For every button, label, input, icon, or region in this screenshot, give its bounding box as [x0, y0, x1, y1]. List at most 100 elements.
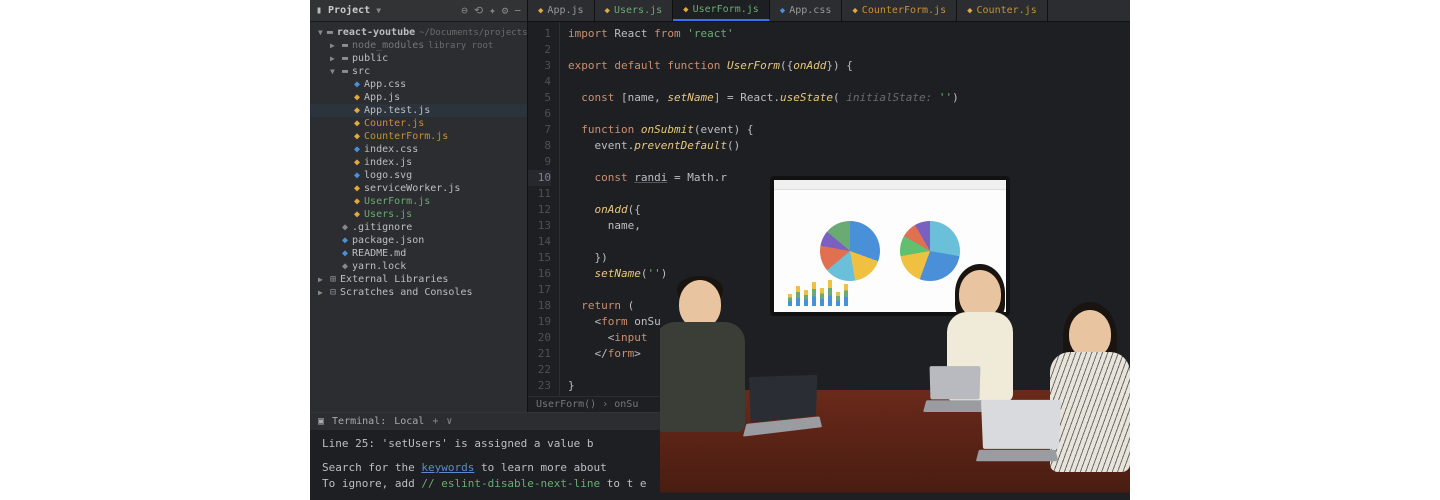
project-tool-header[interactable]: ▮ Project ▼ ⊖ ⟲ ✦ ⚙ −	[310, 0, 527, 22]
css-icon: ◆	[354, 79, 360, 90]
terminal-icon: ▣	[318, 416, 324, 427]
tab-counter-js[interactable]: ◆Counter.js	[957, 0, 1048, 21]
tab-app-js[interactable]: ◆App.js	[528, 0, 595, 21]
photo-overlay	[660, 170, 1130, 500]
terminal-tab[interactable]: Local	[394, 416, 424, 427]
file-label: src	[352, 66, 370, 77]
js-icon: ◆	[605, 6, 610, 16]
tree-item-scratches-and-consoles[interactable]: ▶ ⊟ Scratches and Consoles	[310, 286, 527, 299]
tree-item-userform-js[interactable]: ◆ UserForm.js	[310, 195, 527, 208]
tree-item-package-json[interactable]: ◆package.json	[310, 234, 527, 247]
file-label: Users.js	[364, 209, 412, 220]
file-label: package.json	[352, 235, 424, 246]
tree-item-index-js[interactable]: ◆index.js	[310, 156, 527, 169]
lib-icon: ⊞	[330, 274, 336, 285]
laptop-right	[981, 400, 1061, 449]
js-icon: ◆	[354, 183, 360, 194]
js-icon: ◆	[852, 6, 857, 16]
arrow-icon: ▶	[318, 288, 326, 297]
file-label: index.css	[364, 144, 418, 155]
file-label: Counter.js	[364, 118, 424, 129]
file-label: External Libraries	[340, 274, 448, 285]
chevron-down-icon: ▼	[318, 28, 323, 37]
gear-icon[interactable]: ⚙	[502, 4, 509, 17]
file-label: App.css	[364, 79, 406, 90]
js-icon: ◆	[354, 196, 360, 207]
tree-item-external-libraries[interactable]: ▶ ⊞ External Libraries	[310, 273, 527, 286]
scratch-icon: ⊟	[330, 287, 336, 298]
project-sidebar: ▮ Project ▼ ⊖ ⟲ ✦ ⚙ − ▼ ▬ react-youtube …	[310, 0, 528, 412]
js-icon: ◆	[354, 157, 360, 168]
js-icon: ◆	[354, 131, 360, 142]
folder-icon: ▬	[342, 40, 348, 51]
add-tab-icon[interactable]: +	[432, 416, 438, 427]
arrow-icon: ▶	[330, 54, 338, 63]
tree-item-serviceworker-js[interactable]: ◆ serviceWorker.js	[310, 182, 527, 195]
file-label: yarn.lock	[352, 261, 406, 272]
file-label: App.js	[364, 92, 400, 103]
file-label: .gitignore	[352, 222, 412, 233]
js-icon: ◆	[683, 5, 688, 15]
arrow-icon: ▶	[318, 275, 326, 284]
arrow-icon: ▼	[330, 67, 338, 76]
tree-item-counter-js[interactable]: ◆ Counter.js	[310, 117, 527, 130]
js-icon: ◆	[354, 92, 360, 103]
dropdown-icon[interactable]: ∨	[446, 416, 452, 427]
tree-item-index-css[interactable]: ◆ index.css	[310, 143, 527, 156]
sidebar-title: Project	[328, 5, 370, 16]
js-icon: ◆	[354, 118, 360, 129]
tab-userform-js[interactable]: ◆UserForm.js	[673, 0, 770, 21]
js-icon: ◆	[354, 105, 360, 116]
tree-item-app-js[interactable]: ◆ App.js	[310, 91, 527, 104]
js-icon: ◆	[354, 209, 360, 220]
file-label: README.md	[352, 248, 406, 259]
tree-item-yarn-lock[interactable]: ◆ yarn.lock	[310, 260, 527, 273]
terminal-title: Terminal:	[332, 416, 386, 427]
tree-item-app-css[interactable]: ◆ App.css	[310, 78, 527, 91]
tab-app-css[interactable]: ◆App.css	[770, 0, 843, 21]
tree-item-src[interactable]: ▼ ▬ src	[310, 65, 527, 78]
file-label: App.test.js	[364, 105, 430, 116]
js-icon: ◆	[967, 6, 972, 16]
arrow-icon: ▶	[330, 41, 338, 50]
folder-icon: ▮	[316, 5, 322, 16]
css-icon: ◆	[780, 6, 785, 16]
file-label: Scratches and Consoles	[340, 287, 472, 298]
tree-item-node-modules[interactable]: ▶▬node_modules library root	[310, 39, 527, 52]
tree-item-app-test-js[interactable]: ◆ App.test.js	[310, 104, 527, 117]
tree-item-logo-svg[interactable]: ◆ logo.svg	[310, 169, 527, 182]
file-label: UserForm.js	[364, 196, 430, 207]
file-icon: ◆	[342, 248, 348, 259]
tab-counterform-js[interactable]: ◆CounterForm.js	[842, 0, 957, 21]
file-label: public	[352, 53, 388, 64]
tree-item-readme-md[interactable]: ◆ README.md	[310, 247, 527, 260]
tree-root[interactable]: ▼ ▬ react-youtube ~/Documents/projects/r…	[310, 26, 527, 39]
chevron-down-icon[interactable]: ▼	[376, 6, 381, 15]
folder-icon: ▬	[342, 66, 348, 77]
laptop-back	[930, 366, 981, 399]
file-label: logo.svg	[364, 170, 412, 181]
file-label: serviceWorker.js	[364, 183, 460, 194]
file-icon: ◆	[354, 170, 360, 181]
keywords-link[interactable]: keywords	[421, 461, 474, 474]
person-left	[660, 280, 740, 440]
tree-item--gitignore[interactable]: ◆ .gitignore	[310, 221, 527, 234]
js-icon: ◆	[538, 6, 543, 16]
tab-users-js[interactable]: ◆Users.js	[595, 0, 674, 21]
reload-icon[interactable]: ⟲	[474, 4, 483, 17]
laptop-left	[749, 375, 817, 423]
ide-window: ▮ Project ▼ ⊖ ⟲ ✦ ⚙ − ▼ ▬ react-youtube …	[310, 0, 1130, 500]
css-icon: ◆	[354, 144, 360, 155]
grey-icon: ◆	[342, 222, 348, 233]
bar-chart	[788, 276, 848, 306]
person-right	[1050, 310, 1130, 470]
collapse-icon[interactable]: ⊖	[461, 4, 468, 17]
tree-item-counterform-js[interactable]: ◆CounterForm.js	[310, 130, 527, 143]
tree-item-users-js[interactable]: ◆ Users.js	[310, 208, 527, 221]
minimize-icon[interactable]: −	[514, 4, 521, 17]
grey-icon: ◆	[342, 261, 348, 272]
pie-chart-left	[820, 221, 880, 281]
star-icon[interactable]: ✦	[489, 4, 496, 17]
folder-icon: ▬	[342, 53, 348, 64]
tree-item-public[interactable]: ▶ ▬ public	[310, 52, 527, 65]
